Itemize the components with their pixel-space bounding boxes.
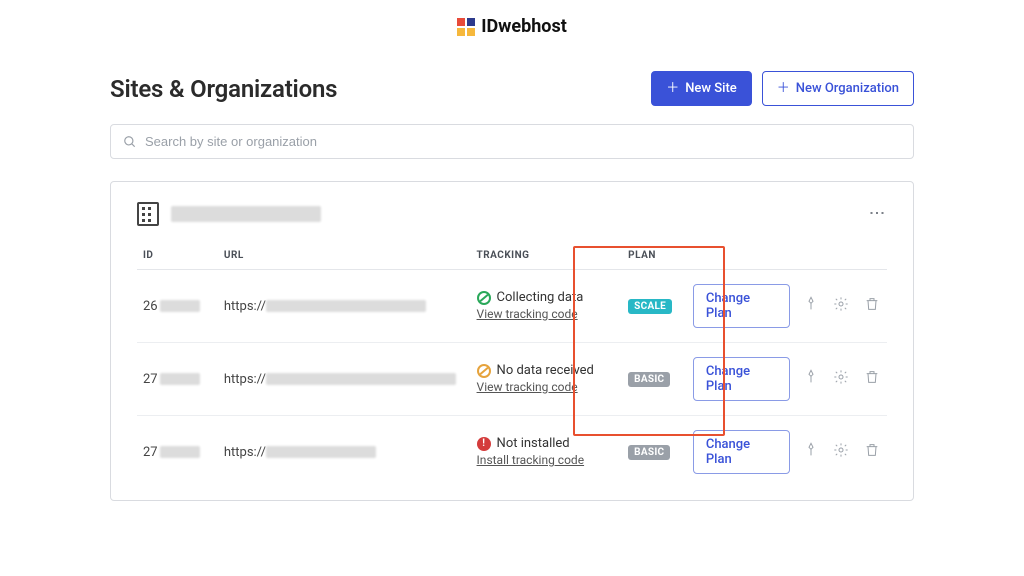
view-tracking-code-link[interactable]: View tracking code xyxy=(477,307,578,321)
change-plan-button[interactable]: Change Plan xyxy=(693,357,790,401)
view-tracking-code-link[interactable]: View tracking code xyxy=(477,380,578,394)
new-org-label: New Organization xyxy=(796,81,899,96)
tracking-cell: ! Not installed Install tracking code xyxy=(471,416,623,489)
kebab-menu-icon[interactable]: ⋮ xyxy=(868,205,887,223)
id-redacted xyxy=(160,300,200,312)
gear-icon[interactable] xyxy=(833,369,849,385)
search-bar[interactable] xyxy=(110,124,914,159)
page-header: Sites & Organizations ＋ New Site ＋ New O… xyxy=(110,71,914,106)
brand-header: IDwebhost xyxy=(0,0,1024,45)
plan-badge: BASIC xyxy=(628,445,670,460)
plan-cell: SCALE xyxy=(622,270,687,343)
site-url: https:// xyxy=(218,416,471,489)
organization-name-redacted xyxy=(171,206,321,222)
new-site-label: New Site xyxy=(685,81,737,96)
plus-icon: ＋ xyxy=(777,82,790,95)
search-icon xyxy=(123,135,137,149)
pin-icon[interactable] xyxy=(803,369,819,385)
trash-icon[interactable] xyxy=(864,296,880,312)
id-redacted xyxy=(160,373,200,385)
site-id: 27 xyxy=(137,416,218,489)
new-organization-button[interactable]: ＋ New Organization xyxy=(762,71,914,106)
table-row: 26 https:// Collecting data View trackin… xyxy=(137,270,887,343)
tracking-status: No data received xyxy=(477,363,617,378)
organization-panel: ⋮ ID URL TRACKING PLAN 26 xyxy=(110,181,914,501)
gear-icon[interactable] xyxy=(833,442,849,458)
plus-icon: ＋ xyxy=(666,82,679,95)
url-redacted xyxy=(266,373,456,385)
table-row: 27 https:// ! Not installed Install trac… xyxy=(137,416,887,489)
install-tracking-code-link[interactable]: Install tracking code xyxy=(477,453,585,467)
building-icon xyxy=(137,202,159,226)
pin-icon[interactable] xyxy=(803,296,819,312)
plan-cell: BASIC xyxy=(622,416,687,489)
page-title: Sites & Organizations xyxy=(110,75,337,103)
plan-badge: SCALE xyxy=(628,299,672,314)
brand-name: IDwebhost xyxy=(481,16,567,37)
sites-table: ID URL TRACKING PLAN 26 http xyxy=(137,242,887,488)
new-site-button[interactable]: ＋ New Site xyxy=(651,71,752,106)
site-url: https:// xyxy=(218,343,471,416)
change-plan-button[interactable]: Change Plan xyxy=(693,430,790,474)
column-tracking: TRACKING xyxy=(471,242,623,270)
organization-header: ⋮ xyxy=(137,202,887,242)
status-warn-icon xyxy=(477,364,491,378)
brand-logo-icon xyxy=(457,18,475,36)
search-input[interactable] xyxy=(145,134,901,149)
table-row: 27 https:// No data received View tracki… xyxy=(137,343,887,416)
tracking-cell: No data received View tracking code xyxy=(471,343,623,416)
status-ok-icon xyxy=(477,291,491,305)
tracking-status: ! Not installed xyxy=(477,436,617,451)
pin-icon[interactable] xyxy=(803,442,819,458)
plan-cell: BASIC xyxy=(622,343,687,416)
url-redacted xyxy=(266,446,376,458)
site-id: 27 xyxy=(137,343,218,416)
plan-badge: BASIC xyxy=(628,372,670,387)
column-plan: PLAN xyxy=(622,242,687,270)
organization-identity xyxy=(137,202,321,226)
gear-icon[interactable] xyxy=(833,296,849,312)
trash-icon[interactable] xyxy=(864,369,880,385)
header-actions: ＋ New Site ＋ New Organization xyxy=(651,71,914,106)
status-error-icon: ! xyxy=(477,437,491,451)
change-plan-button[interactable]: Change Plan xyxy=(693,284,790,328)
tracking-cell: Collecting data View tracking code xyxy=(471,270,623,343)
column-url: URL xyxy=(218,242,471,270)
site-id: 26 xyxy=(137,270,218,343)
site-url: https:// xyxy=(218,270,471,343)
tracking-status: Collecting data xyxy=(477,290,617,305)
trash-icon[interactable] xyxy=(864,442,880,458)
id-redacted xyxy=(160,446,200,458)
url-redacted xyxy=(266,300,426,312)
column-id: ID xyxy=(137,242,218,270)
